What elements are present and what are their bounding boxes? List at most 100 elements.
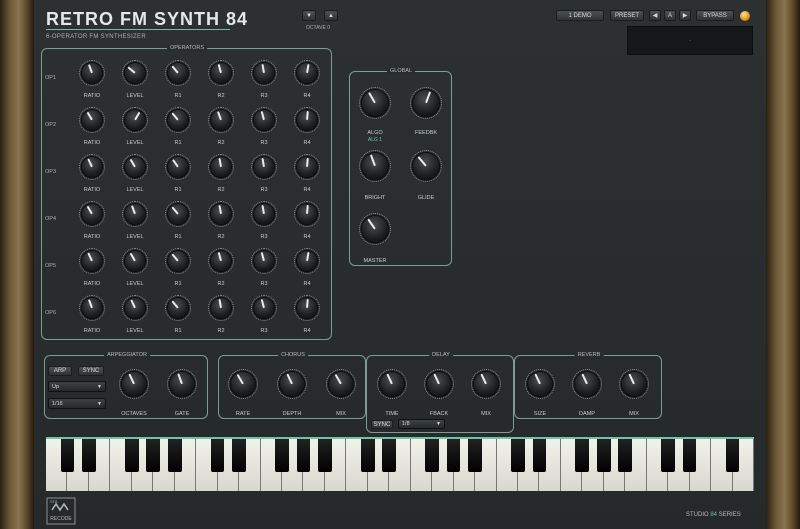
black-key[interactable] bbox=[124, 439, 139, 472]
black-key[interactable] bbox=[425, 439, 440, 472]
op5-r3-knob[interactable] bbox=[251, 248, 277, 274]
bypass-button[interactable]: BYPASS bbox=[696, 10, 734, 21]
delay-time-knob[interactable] bbox=[377, 369, 407, 399]
op1-r2-knob[interactable] bbox=[208, 60, 234, 86]
demo-button[interactable]: 1 DEMO bbox=[556, 10, 604, 21]
arp-rate-select[interactable]: 1/16 ▼ bbox=[48, 398, 106, 409]
black-key[interactable] bbox=[167, 439, 182, 472]
arp-mode-select[interactable]: Up ▼ bbox=[48, 381, 106, 392]
black-key[interactable] bbox=[318, 439, 332, 472]
op5-r1-knob[interactable] bbox=[165, 248, 191, 274]
black-key[interactable] bbox=[532, 439, 547, 472]
op2-ratio-knob[interactable] bbox=[79, 107, 105, 133]
black-key[interactable] bbox=[82, 439, 96, 472]
op1-level-knob[interactable] bbox=[122, 60, 148, 86]
op1-r3-knob[interactable] bbox=[251, 60, 277, 86]
delay-fback-knob[interactable] bbox=[424, 369, 454, 399]
black-key[interactable] bbox=[661, 439, 676, 472]
preset-button[interactable]: PRESET bbox=[610, 10, 644, 21]
reverb-damp-label: DAMP bbox=[579, 411, 595, 417]
delay-sync-button[interactable]: SYNC bbox=[371, 420, 393, 429]
chorus-depth-knob[interactable] bbox=[277, 369, 307, 399]
op4-r1-knob[interactable] bbox=[165, 201, 191, 227]
algo-knob[interactable] bbox=[359, 87, 391, 119]
piano-keyboard[interactable] bbox=[46, 437, 754, 491]
op2-r1-knob[interactable] bbox=[165, 107, 191, 133]
arp-gate-knob[interactable] bbox=[167, 369, 197, 399]
wood-side-left bbox=[0, 0, 34, 529]
op4-r2-knob[interactable] bbox=[208, 201, 234, 227]
black-key[interactable] bbox=[60, 439, 75, 472]
black-key[interactable] bbox=[275, 439, 289, 472]
op4-ratio-knob[interactable] bbox=[79, 201, 105, 227]
black-key[interactable] bbox=[682, 439, 697, 472]
reverb-size-knob[interactable] bbox=[525, 369, 555, 399]
op3-r3-knob[interactable] bbox=[251, 154, 277, 180]
op5-level-knob[interactable] bbox=[122, 248, 148, 274]
op6-r2-knob[interactable] bbox=[208, 295, 234, 321]
op2-r4-knob[interactable] bbox=[294, 107, 320, 133]
arp-rate-value: 1/16 bbox=[52, 400, 63, 407]
op4-r4-knob[interactable] bbox=[294, 201, 320, 227]
preset-prev-button[interactable]: ◀ bbox=[649, 10, 661, 21]
op6-level-knob[interactable] bbox=[122, 295, 148, 321]
black-key[interactable] bbox=[596, 439, 611, 472]
op6-r4-label: R4 bbox=[303, 328, 311, 334]
delay-division-select[interactable]: 1/8 ▼ bbox=[398, 419, 445, 429]
op6-r4-knob[interactable] bbox=[294, 295, 320, 321]
black-key[interactable] bbox=[446, 439, 461, 472]
ab-button[interactable]: A bbox=[664, 10, 676, 21]
op5-ratio-knob[interactable] bbox=[79, 248, 105, 274]
op3-r1-knob[interactable] bbox=[165, 154, 191, 180]
power-led[interactable] bbox=[740, 11, 750, 21]
op5-r4-knob[interactable] bbox=[294, 248, 320, 274]
op1-r4-knob[interactable] bbox=[294, 60, 320, 86]
delay-mix-knob[interactable] bbox=[471, 369, 501, 399]
op6-r1-knob[interactable] bbox=[165, 295, 191, 321]
op2-r2-knob[interactable] bbox=[208, 107, 234, 133]
reverb-mix-knob[interactable] bbox=[619, 369, 649, 399]
op3-r4-knob[interactable] bbox=[294, 154, 320, 180]
arp-octaves-knob[interactable] bbox=[119, 369, 149, 399]
black-key[interactable] bbox=[210, 439, 225, 472]
black-key[interactable] bbox=[725, 439, 740, 472]
arp-toggle-button[interactable]: ARP bbox=[48, 366, 72, 376]
op2-level-knob[interactable] bbox=[122, 107, 148, 133]
op1-ratio-knob[interactable] bbox=[79, 60, 105, 86]
black-key[interactable] bbox=[618, 439, 633, 472]
op6-r3-knob[interactable] bbox=[251, 295, 277, 321]
black-key[interactable] bbox=[382, 439, 397, 472]
bright-knob[interactable] bbox=[359, 150, 391, 182]
op4-level-label: LEVEL bbox=[126, 234, 144, 240]
chorus-mix-knob[interactable] bbox=[326, 369, 356, 399]
op3-ratio-knob[interactable] bbox=[79, 154, 105, 180]
preset-next-button[interactable]: ▶ bbox=[679, 10, 691, 21]
chorus-rate-knob[interactable] bbox=[228, 369, 258, 399]
op6-ratio-knob[interactable] bbox=[79, 295, 105, 321]
op4-r3-knob[interactable] bbox=[251, 201, 277, 227]
op3-r2-knob[interactable] bbox=[208, 154, 234, 180]
master-knob[interactable] bbox=[359, 213, 391, 245]
black-key[interactable] bbox=[232, 439, 246, 472]
octave-up-button[interactable]: ▲ bbox=[324, 10, 338, 21]
black-key[interactable] bbox=[575, 439, 590, 472]
op2-r3-knob[interactable] bbox=[251, 107, 277, 133]
black-key[interactable] bbox=[511, 439, 525, 472]
black-key[interactable] bbox=[146, 439, 161, 472]
octave-down-button[interactable]: ▼ bbox=[302, 10, 316, 21]
op6-r1-label: R1 bbox=[174, 328, 182, 334]
feedbk-knob[interactable] bbox=[410, 87, 442, 119]
op1-r1-knob[interactable] bbox=[165, 60, 191, 86]
black-key[interactable] bbox=[468, 439, 482, 472]
black-key[interactable] bbox=[296, 439, 311, 472]
op3-level-knob[interactable] bbox=[122, 154, 148, 180]
op5-r2-knob[interactable] bbox=[208, 248, 234, 274]
glide-knob[interactable] bbox=[410, 150, 442, 182]
bright-label: BRIGHT bbox=[364, 195, 386, 201]
op1-r3-label: R3 bbox=[260, 93, 268, 99]
reverb-damp-knob[interactable] bbox=[572, 369, 602, 399]
black-key[interactable] bbox=[360, 439, 375, 472]
arp-sync-button[interactable]: SYNC bbox=[78, 366, 104, 376]
arp-mode-value: Up bbox=[52, 383, 60, 390]
op4-level-knob[interactable] bbox=[122, 201, 148, 227]
